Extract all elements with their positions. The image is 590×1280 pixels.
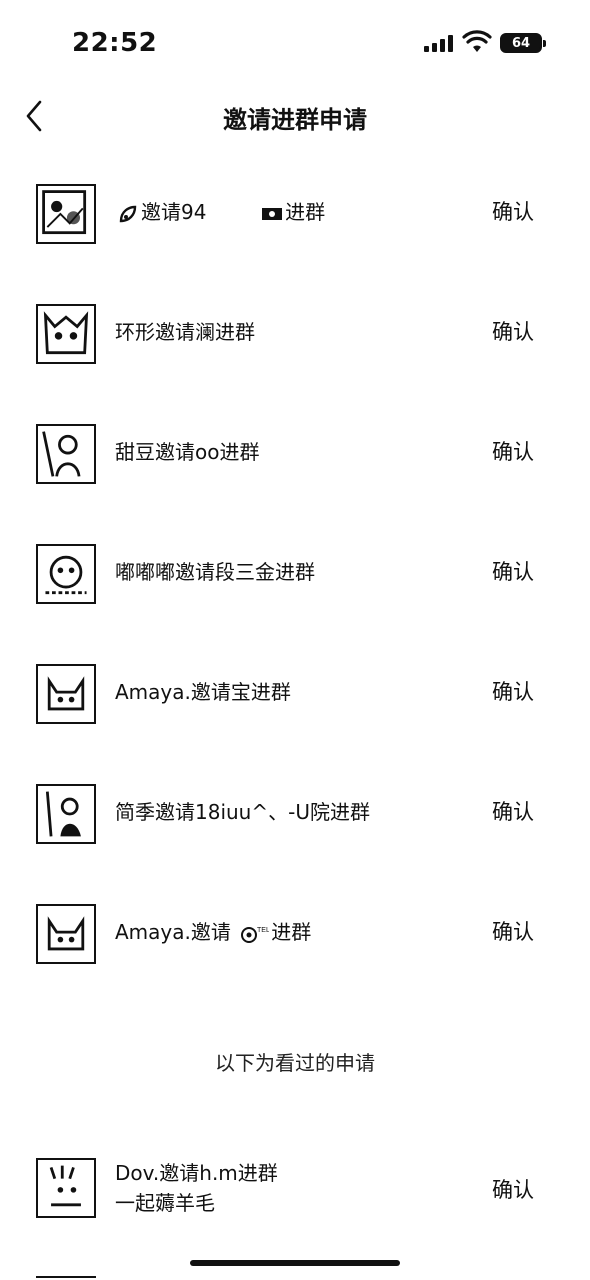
section-label: 以下为看过的申请: [215, 1051, 375, 1075]
list-item[interactable]: Amaya.邀请 TEL 进群 确认: [0, 894, 590, 974]
ticket-icon: [262, 207, 283, 220]
request-label: Amaya.邀请宝进群: [115, 680, 291, 704]
avatar: [36, 664, 96, 724]
confirm-button[interactable]: 确认: [492, 318, 534, 346]
request-suffix: 进群: [285, 200, 326, 224]
confirm-button[interactable]: 确认: [492, 798, 534, 826]
request-label: 嘟嘟嘟邀请段三金进群: [115, 560, 315, 584]
avatar: [36, 1276, 96, 1280]
confirm-button[interactable]: 确认: [492, 918, 534, 946]
avatar: [36, 544, 96, 604]
request-subtext: 一起薅羊毛: [115, 1191, 215, 1215]
avatar: [36, 424, 96, 484]
list-item[interactable]: Dov.邀请h.m进群 一起薅羊毛 确认: [0, 1148, 590, 1228]
home-indicator[interactable]: [190, 1260, 400, 1266]
avatar: [36, 304, 96, 364]
list-item[interactable]: 环形邀请澜进群 确认: [0, 294, 590, 374]
request-label: 甜豆邀请oo进群: [115, 440, 260, 464]
page-title: 邀请进群申请: [223, 106, 367, 134]
confirm-button[interactable]: 确认: [492, 558, 534, 586]
nav-bar: 邀请进群申请: [0, 88, 590, 144]
battery-level: 64: [511, 35, 531, 51]
request-suffix: 进群: [271, 920, 312, 944]
confirm-button[interactable]: 确认: [492, 1176, 534, 1204]
list-item[interactable]: 嘟嘟嘟邀请段三金进群 确认: [0, 534, 590, 614]
emoji-icon: TEL: [241, 926, 269, 943]
battery-icon: 64: [500, 33, 546, 53]
list-item[interactable]: 简季邀请18iuu^、-U院进群 确认: [0, 774, 590, 854]
list-item[interactable]: Amaya.邀请宝进群 确认: [0, 654, 590, 734]
svg-text:TEL: TEL: [257, 927, 269, 934]
confirm-button[interactable]: 确认: [492, 198, 534, 226]
status-bar: 22:52 64: [0, 0, 590, 88]
request-label: Dov.邀请h.m进群: [115, 1161, 278, 1185]
cellular-signal-icon: [424, 34, 454, 52]
avatar: [36, 184, 96, 244]
request-text: 邀请94 进群: [115, 198, 325, 226]
avatar: [36, 1158, 96, 1218]
wifi-icon: [462, 30, 492, 52]
request-label: 简季邀请18iuu^、-U院进群: [115, 800, 370, 824]
request-label: 环形邀请澜进群: [115, 320, 255, 344]
request-text: Dov.邀请h.m进群 一起薅羊毛: [115, 1158, 278, 1218]
list-item[interactable]: 邀请94 进群 确认: [0, 174, 590, 254]
avatar: [36, 784, 96, 844]
confirm-button[interactable]: 确认: [492, 438, 534, 466]
request-label: Amaya.邀请: [115, 920, 231, 944]
confirm-button[interactable]: 确认: [492, 678, 534, 706]
leaf-icon: [119, 205, 137, 222]
list-item[interactable]: 甜豆邀请oo进群 确认: [0, 414, 590, 494]
request-text: Amaya.邀请 TEL 进群: [115, 918, 311, 946]
request-label: 邀请94: [141, 200, 207, 224]
avatar: [36, 904, 96, 964]
status-time: 22:52: [72, 28, 158, 58]
